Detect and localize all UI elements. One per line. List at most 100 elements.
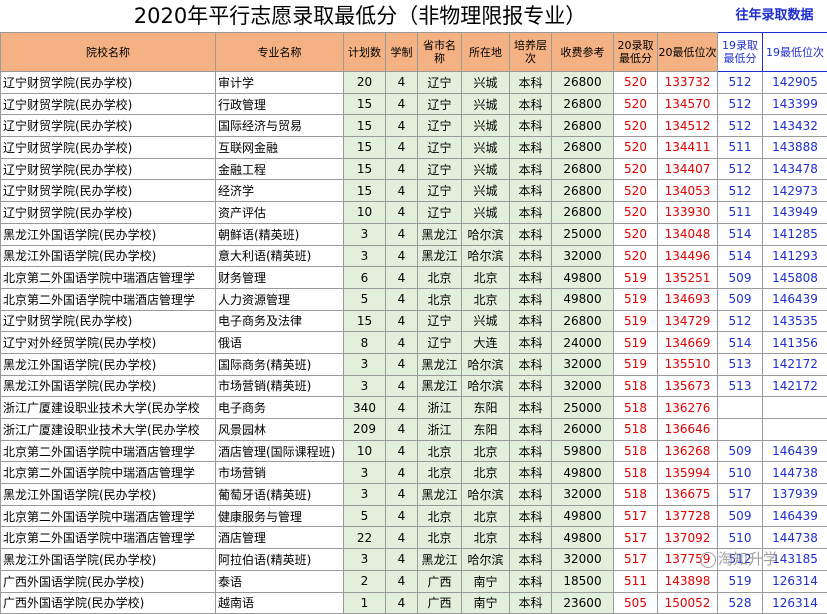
cell-score19[interactable]: 510 bbox=[718, 527, 763, 549]
cell-fee[interactable]: 26800 bbox=[552, 310, 614, 332]
cell-score20[interactable]: 519 bbox=[614, 267, 658, 289]
cell-city[interactable]: 南宁 bbox=[462, 570, 510, 592]
cell-rank19[interactable]: 142973 bbox=[763, 180, 827, 202]
cell-city[interactable]: 北京 bbox=[462, 288, 510, 310]
cell-school[interactable]: 浙江广厦建设职业技术大学(民办学校 bbox=[1, 419, 216, 441]
cell-major[interactable]: 国际经济与贸易 bbox=[216, 115, 344, 137]
cell-major[interactable]: 市场营销 bbox=[216, 462, 344, 484]
cell-major[interactable]: 国际商务(精英班) bbox=[216, 353, 344, 375]
cell-score20[interactable]: 520 bbox=[614, 72, 658, 94]
cell-score19[interactable]: 512 bbox=[718, 158, 763, 180]
cell-major[interactable]: 意大利语(精英班) bbox=[216, 245, 344, 267]
cell-level[interactable]: 本科 bbox=[510, 267, 552, 289]
cell-fee[interactable]: 26800 bbox=[552, 158, 614, 180]
cell-rank20[interactable]: 134048 bbox=[658, 223, 718, 245]
cell-rank19[interactable]: 142172 bbox=[763, 375, 827, 397]
cell-score19[interactable]: 528 bbox=[718, 592, 763, 614]
cell-fee[interactable]: 32000 bbox=[552, 375, 614, 397]
cell-major[interactable]: 经济学 bbox=[216, 180, 344, 202]
cell-score19[interactable]: 514 bbox=[718, 332, 763, 354]
cell-province[interactable]: 辽宁 bbox=[418, 115, 462, 137]
cell-level[interactable]: 本科 bbox=[510, 592, 552, 614]
cell-major[interactable]: 越南语 bbox=[216, 592, 344, 614]
cell-rank19[interactable]: 126314 bbox=[763, 570, 827, 592]
cell-school[interactable]: 浙江广厦建设职业技术大学(民办学校 bbox=[1, 397, 216, 419]
cell-years[interactable]: 4 bbox=[386, 288, 418, 310]
cell-rank20[interactable]: 134496 bbox=[658, 245, 718, 267]
cell-province[interactable]: 黑龙江 bbox=[418, 375, 462, 397]
cell-score20[interactable]: 518 bbox=[614, 462, 658, 484]
cell-province[interactable]: 黑龙江 bbox=[418, 484, 462, 506]
cell-school[interactable]: 黑龙江外国语学院(民办学校) bbox=[1, 375, 216, 397]
cell-school[interactable]: 黑龙江外国语学院(民办学校) bbox=[1, 245, 216, 267]
cell-level[interactable]: 本科 bbox=[510, 419, 552, 441]
cell-years[interactable]: 4 bbox=[386, 223, 418, 245]
cell-years[interactable]: 4 bbox=[386, 484, 418, 506]
cell-score20[interactable]: 517 bbox=[614, 527, 658, 549]
cell-years[interactable]: 4 bbox=[386, 505, 418, 527]
cell-score20[interactable]: 519 bbox=[614, 332, 658, 354]
cell-level[interactable]: 本科 bbox=[510, 353, 552, 375]
cell-school[interactable]: 辽宁财贸学院(民办学校) bbox=[1, 115, 216, 137]
cell-fee[interactable]: 18500 bbox=[552, 570, 614, 592]
cell-rank20[interactable]: 135251 bbox=[658, 267, 718, 289]
cell-plan[interactable]: 1 bbox=[344, 592, 386, 614]
cell-level[interactable]: 本科 bbox=[510, 375, 552, 397]
cell-level[interactable]: 本科 bbox=[510, 288, 552, 310]
cell-years[interactable]: 4 bbox=[386, 115, 418, 137]
cell-city[interactable]: 兴城 bbox=[462, 115, 510, 137]
cell-level[interactable]: 本科 bbox=[510, 223, 552, 245]
cell-city[interactable]: 北京 bbox=[462, 462, 510, 484]
cell-level[interactable]: 本科 bbox=[510, 93, 552, 115]
cell-plan[interactable]: 209 bbox=[344, 419, 386, 441]
cell-rank19[interactable]: 142905 bbox=[763, 72, 827, 94]
cell-years[interactable]: 4 bbox=[386, 267, 418, 289]
cell-level[interactable]: 本科 bbox=[510, 549, 552, 571]
cell-level[interactable]: 本科 bbox=[510, 570, 552, 592]
cell-score20[interactable]: 518 bbox=[614, 419, 658, 441]
cell-years[interactable]: 4 bbox=[386, 419, 418, 441]
cell-province[interactable]: 辽宁 bbox=[418, 158, 462, 180]
cell-major[interactable]: 酒店管理 bbox=[216, 527, 344, 549]
cell-major[interactable]: 俄语 bbox=[216, 332, 344, 354]
cell-province[interactable]: 辽宁 bbox=[418, 310, 462, 332]
cell-major[interactable]: 互联网金融 bbox=[216, 137, 344, 159]
cell-score19[interactable]: 512 bbox=[718, 115, 763, 137]
cell-city[interactable]: 兴城 bbox=[462, 202, 510, 224]
cell-score20[interactable]: 519 bbox=[614, 353, 658, 375]
cell-city[interactable]: 东阳 bbox=[462, 397, 510, 419]
cell-major[interactable]: 风景园林 bbox=[216, 419, 344, 441]
cell-fee[interactable]: 26800 bbox=[552, 180, 614, 202]
cell-city[interactable]: 兴城 bbox=[462, 310, 510, 332]
cell-level[interactable]: 本科 bbox=[510, 137, 552, 159]
cell-level[interactable]: 本科 bbox=[510, 527, 552, 549]
cell-rank20[interactable]: 135510 bbox=[658, 353, 718, 375]
cell-major[interactable]: 健康服务与管理 bbox=[216, 505, 344, 527]
cell-years[interactable]: 4 bbox=[386, 570, 418, 592]
cell-school[interactable]: 黑龙江外国语学院(民办学校) bbox=[1, 223, 216, 245]
cell-plan[interactable]: 8 bbox=[344, 332, 386, 354]
cell-score20[interactable]: 520 bbox=[614, 180, 658, 202]
cell-major[interactable]: 酒店管理(国际课程班) bbox=[216, 440, 344, 462]
cell-score20[interactable]: 518 bbox=[614, 440, 658, 462]
cell-province[interactable]: 北京 bbox=[418, 462, 462, 484]
cell-level[interactable]: 本科 bbox=[510, 440, 552, 462]
cell-years[interactable]: 4 bbox=[386, 527, 418, 549]
cell-major[interactable]: 人力资源管理 bbox=[216, 288, 344, 310]
cell-school[interactable]: 北京第二外国语学院中瑞酒店管理学 bbox=[1, 505, 216, 527]
cell-province[interactable]: 黑龙江 bbox=[418, 353, 462, 375]
cell-fee[interactable]: 49800 bbox=[552, 505, 614, 527]
cell-province[interactable]: 辽宁 bbox=[418, 93, 462, 115]
cell-fee[interactable]: 49800 bbox=[552, 267, 614, 289]
cell-rank19[interactable]: 141356 bbox=[763, 332, 827, 354]
cell-years[interactable]: 4 bbox=[386, 549, 418, 571]
cell-plan[interactable]: 20 bbox=[344, 72, 386, 94]
cell-province[interactable]: 辽宁 bbox=[418, 72, 462, 94]
cell-major[interactable]: 泰语 bbox=[216, 570, 344, 592]
cell-rank20[interactable]: 134729 bbox=[658, 310, 718, 332]
cell-school[interactable]: 辽宁财贸学院(民办学校) bbox=[1, 158, 216, 180]
cell-province[interactable]: 黑龙江 bbox=[418, 223, 462, 245]
cell-major[interactable]: 财务管理 bbox=[216, 267, 344, 289]
cell-score19[interactable]: 514 bbox=[718, 223, 763, 245]
cell-plan[interactable]: 3 bbox=[344, 245, 386, 267]
